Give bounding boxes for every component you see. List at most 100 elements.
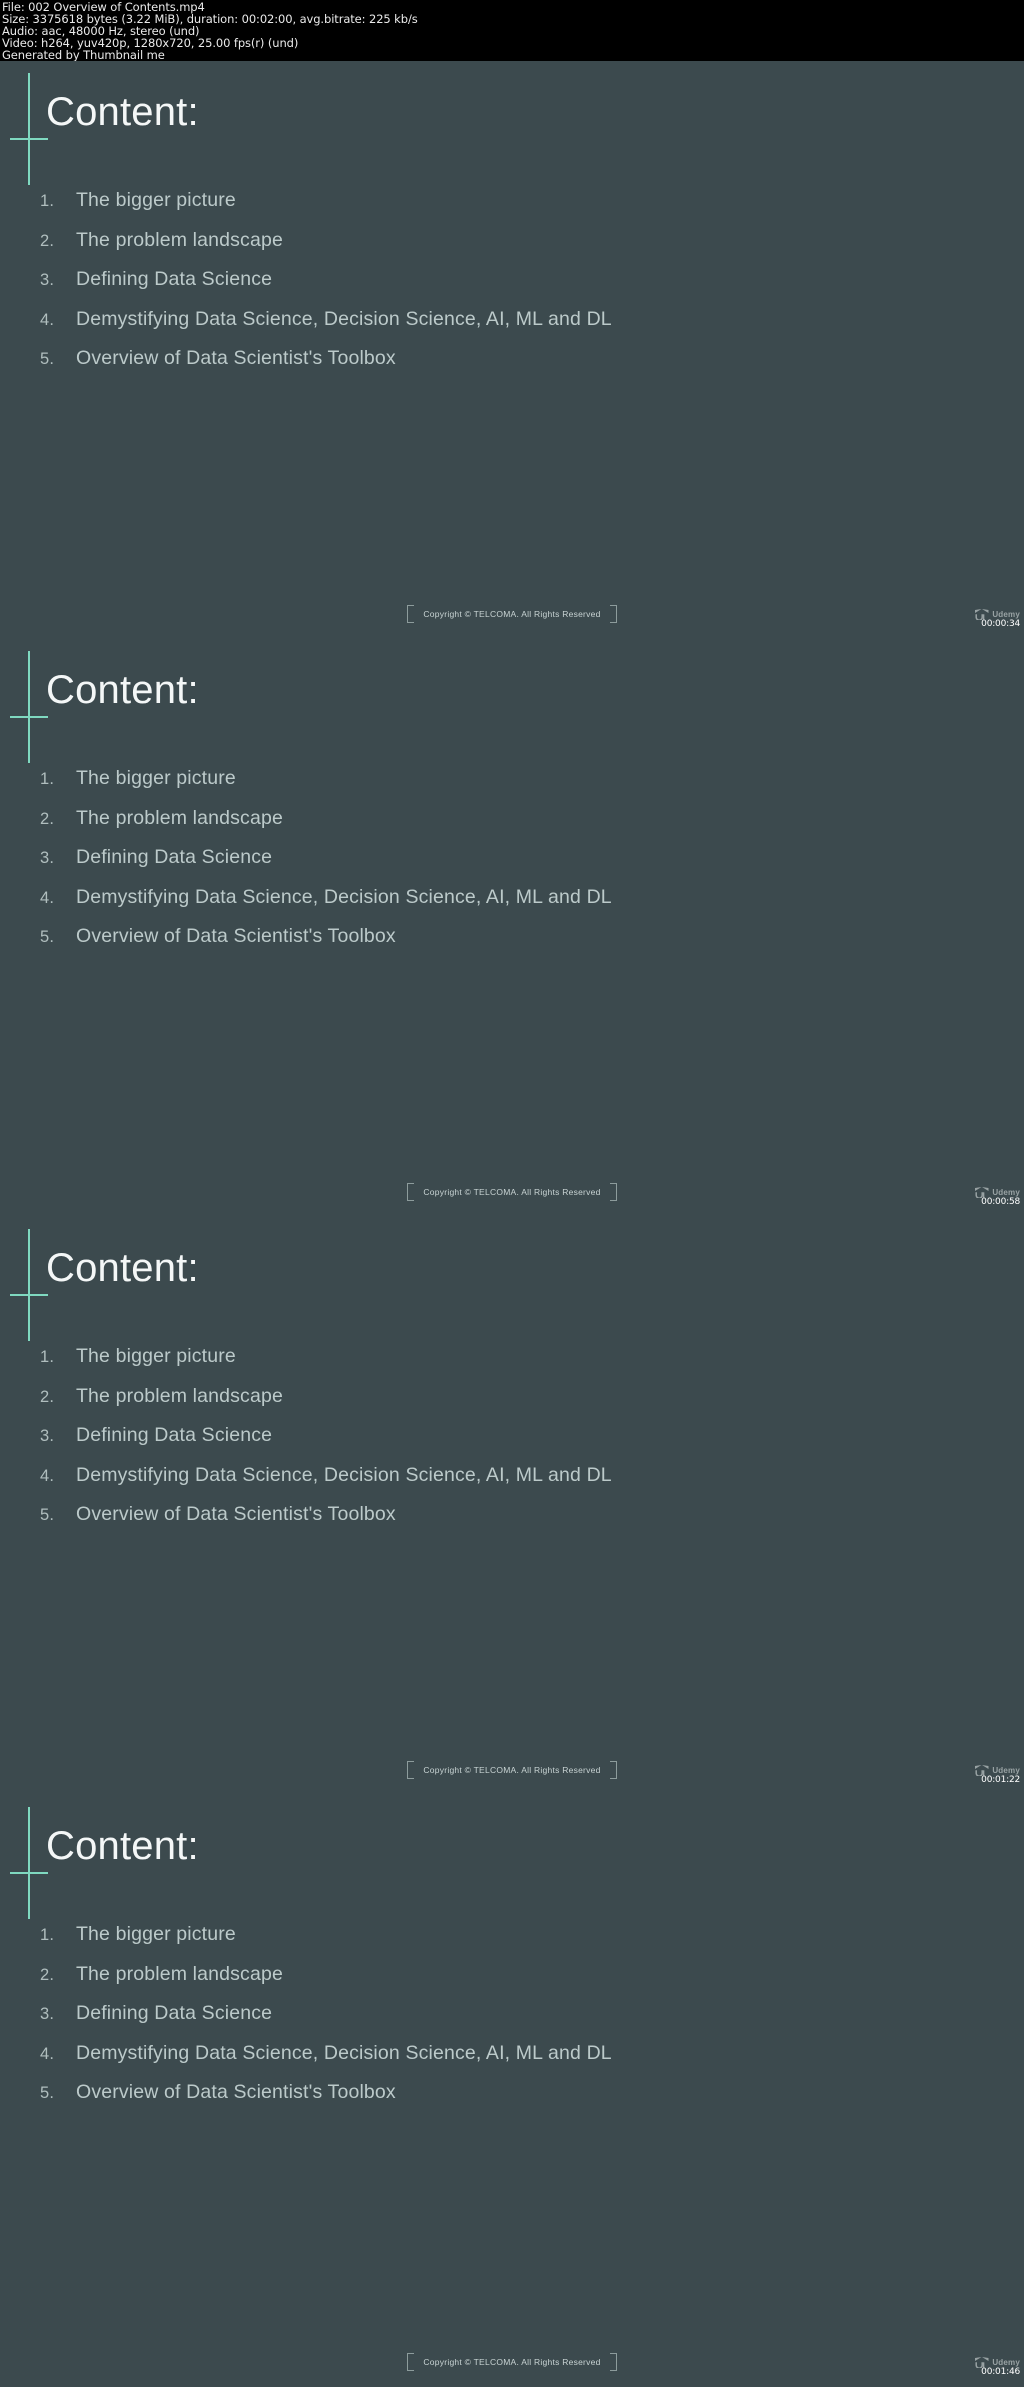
slide-content-list: 1. The bigger picture 2. The problem lan… — [40, 767, 940, 965]
udemy-brand: Udemy — [974, 2357, 1020, 2368]
slide-title: Content: — [46, 90, 199, 134]
list-item: 1. The bigger picture — [40, 189, 940, 229]
list-item-label: Overview of Data Scientist's Toolbox — [76, 347, 396, 369]
list-item-label: The bigger picture — [76, 1345, 236, 1367]
list-item-number: 4. — [40, 888, 55, 907]
list-item-number: 1. — [40, 1926, 55, 1944]
accent-crosshair-vertical-icon — [28, 651, 30, 763]
list-item-label: Demystifying Data Science, Decision Scie… — [76, 2041, 612, 2064]
list-item: 3. Defining Data Science — [40, 268, 940, 308]
slide-content-list: 1. The bigger picture 2. The problem lan… — [40, 1345, 940, 1543]
list-item-label: The problem landscape — [76, 1384, 283, 1407]
list-item-number: 3. — [40, 849, 55, 867]
list-item: 5. Overview of Data Scientist's Toolbox — [40, 347, 940, 387]
list-item: 5. Overview of Data Scientist's Toolbox — [40, 2081, 940, 2121]
list-item-number: 5. — [40, 1506, 55, 1524]
list-item-label: Demystifying Data Science, Decision Scie… — [76, 1463, 612, 1486]
accent-crosshair-horizontal-icon — [10, 138, 48, 140]
list-item-label: The bigger picture — [76, 767, 236, 789]
list-item: 4. Demystifying Data Science, Decision S… — [40, 1464, 940, 1504]
udemy-watermark: Udemy 00:00:58 — [974, 1187, 1020, 1207]
udemy-logo-icon — [975, 2357, 989, 2368]
list-item: 5. Overview of Data Scientist's Toolbox — [40, 925, 940, 965]
list-item-number: 2. — [40, 1387, 55, 1406]
list-item: 2. The problem landscape — [40, 1385, 940, 1425]
accent-crosshair-horizontal-icon — [10, 1294, 48, 1296]
udemy-logo-icon — [975, 609, 989, 620]
copyright-text: Copyright © TELCOMA. All Rights Reserved — [407, 1761, 617, 1779]
list-item: 1. The bigger picture — [40, 767, 940, 807]
slide-content-list: 1. The bigger picture 2. The problem lan… — [40, 1923, 940, 2121]
list-item-label: The bigger picture — [76, 189, 236, 211]
list-item: 4. Demystifying Data Science, Decision S… — [40, 2042, 940, 2082]
list-item: 2. The problem landscape — [40, 229, 940, 269]
list-item-number: 1. — [40, 192, 55, 210]
list-item-number: 3. — [40, 1427, 55, 1445]
thumbnail-frame[interactable]: Content: 1. The bigger picture 2. The pr… — [0, 1795, 1024, 2387]
list-item-label: Overview of Data Scientist's Toolbox — [76, 2081, 396, 2103]
thumbnail-frame[interactable]: Content: 1. The bigger picture 2. The pr… — [0, 61, 1024, 639]
accent-crosshair-horizontal-icon — [10, 716, 48, 718]
list-item-label: Overview of Data Scientist's Toolbox — [76, 925, 396, 947]
list-item: 1. The bigger picture — [40, 1923, 940, 1963]
list-item-number: 2. — [40, 231, 55, 250]
list-item-label: Defining Data Science — [76, 2002, 273, 2024]
list-item: 3. Defining Data Science — [40, 2002, 940, 2042]
copyright-footer: Copyright © TELCOMA. All Rights Reserved — [0, 1183, 1024, 1201]
thumbnail-frame[interactable]: Content: 1. The bigger picture 2. The pr… — [0, 1217, 1024, 1795]
list-item-number: 1. — [40, 1348, 55, 1366]
frame-timestamp: 00:01:22 — [981, 1775, 1020, 1785]
list-item-number: 2. — [40, 1965, 55, 1984]
list-item-number: 4. — [40, 2044, 55, 2063]
list-item-number: 4. — [40, 310, 55, 329]
udemy-watermark: Udemy 00:01:22 — [974, 1765, 1020, 1785]
list-item-label: Demystifying Data Science, Decision Scie… — [76, 307, 612, 330]
udemy-brand: Udemy — [974, 1187, 1020, 1198]
list-item: 3. Defining Data Science — [40, 846, 940, 886]
list-item: 2. The problem landscape — [40, 807, 940, 847]
list-item-label: Defining Data Science — [76, 268, 273, 290]
udemy-brand: Udemy — [974, 1765, 1020, 1776]
list-item-label: The bigger picture — [76, 1923, 236, 1945]
copyright-text: Copyright © TELCOMA. All Rights Reserved — [407, 605, 617, 623]
slide-title: Content: — [46, 1824, 199, 1868]
video-metadata-header: File: 002 Overview of Contents.mp4 Size:… — [0, 0, 1024, 61]
slide-title: Content: — [46, 1246, 199, 1290]
accent-crosshair-vertical-icon — [28, 1229, 30, 1341]
list-item-label: Defining Data Science — [76, 1424, 273, 1446]
list-item-number: 2. — [40, 809, 55, 828]
slide-title: Content: — [46, 668, 199, 712]
copyright-text: Copyright © TELCOMA. All Rights Reserved — [407, 1183, 617, 1201]
copyright-text: Copyright © TELCOMA. All Rights Reserved — [407, 2353, 617, 2371]
copyright-footer: Copyright © TELCOMA. All Rights Reserved — [0, 1761, 1024, 1779]
copyright-footer: Copyright © TELCOMA. All Rights Reserved — [0, 605, 1024, 623]
frame-timestamp: 00:01:46 — [981, 2367, 1020, 2377]
thumbnail-frame[interactable]: Content: 1. The bigger picture 2. The pr… — [0, 639, 1024, 1217]
list-item-number: 1. — [40, 770, 55, 788]
udemy-wordmark: Udemy — [992, 2358, 1020, 2367]
metadata-line-generator: Generated by Thumbnail me — [2, 48, 165, 63]
udemy-watermark: Udemy 00:00:34 — [974, 609, 1020, 629]
accent-crosshair-horizontal-icon — [10, 1872, 48, 1874]
udemy-logo-icon — [975, 1187, 989, 1198]
list-item: 2. The problem landscape — [40, 1963, 940, 2003]
list-item-number: 3. — [40, 2005, 55, 2023]
udemy-watermark: Udemy 00:01:46 — [974, 2357, 1020, 2377]
udemy-brand: Udemy — [974, 609, 1020, 620]
udemy-logo-icon — [975, 1765, 989, 1776]
list-item-label: Defining Data Science — [76, 846, 273, 868]
list-item-number: 5. — [40, 2084, 55, 2102]
copyright-footer: Copyright © TELCOMA. All Rights Reserved — [0, 2353, 1024, 2371]
thumbnail-contact-sheet: Content: 1. The bigger picture 2. The pr… — [0, 61, 1024, 2387]
list-item: 3. Defining Data Science — [40, 1424, 940, 1464]
list-item-number: 4. — [40, 1466, 55, 1485]
accent-crosshair-vertical-icon — [28, 73, 30, 185]
list-item-number: 5. — [40, 928, 55, 946]
list-item: 1. The bigger picture — [40, 1345, 940, 1385]
accent-crosshair-vertical-icon — [28, 1807, 30, 1919]
list-item-label: The problem landscape — [76, 1962, 283, 1985]
list-item: 5. Overview of Data Scientist's Toolbox — [40, 1503, 940, 1543]
list-item-label: The problem landscape — [76, 228, 283, 251]
list-item-label: The problem landscape — [76, 806, 283, 829]
list-item: 4. Demystifying Data Science, Decision S… — [40, 308, 940, 348]
